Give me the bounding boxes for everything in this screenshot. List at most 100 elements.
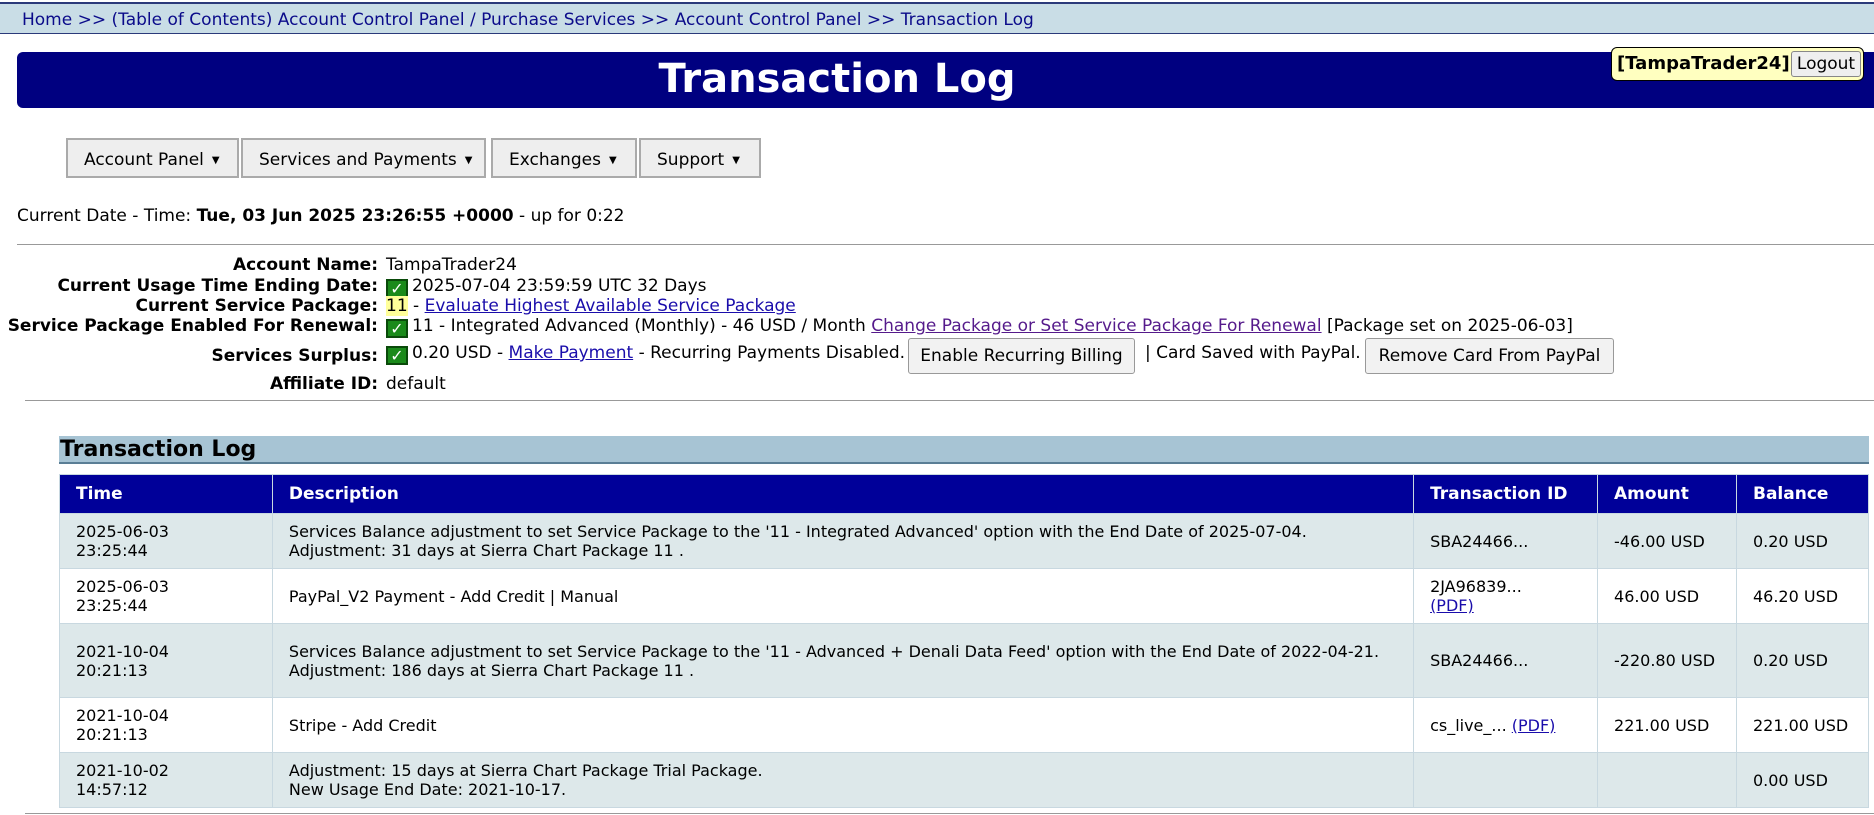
service-package-value: 11 - Evaluate Highest Available Service … <box>386 296 796 316</box>
time-text: 14:57:12 <box>76 780 148 799</box>
time-text: 23:25:44 <box>76 596 148 615</box>
check-icon: ✓ <box>386 319 408 338</box>
pdf-link[interactable]: (PDF) <box>1512 716 1556 735</box>
column-header-time: Time <box>59 474 273 514</box>
cell-time: 2021-10-04 20:21:13 <box>59 623 273 698</box>
menu-exchanges[interactable]: Exchanges ▼ <box>491 138 637 178</box>
pdf-link[interactable]: (PDF) <box>1430 596 1474 615</box>
usage-ending-text: 2025-07-04 23:59:59 UTC 32 Days <box>412 276 707 296</box>
cell-time: 2021-10-04 20:21:13 <box>59 697 273 753</box>
cell-description: Adjustment: 15 days at Sierra Chart Pack… <box>271 752 1415 808</box>
date-text: 2021-10-04 <box>76 706 169 725</box>
menu-label: Support <box>657 150 725 170</box>
breadcrumb-acp-link[interactable]: Account Control Panel <box>675 10 862 30</box>
section-title: Transaction Log <box>59 436 1869 464</box>
current-datetime: Current Date - Time: Tue, 03 Jun 2025 23… <box>17 206 625 226</box>
date-text: 2021-10-04 <box>76 641 169 661</box>
time-text: 20:21:13 <box>76 725 148 744</box>
date-text: 2025-06-03 <box>76 522 169 541</box>
menu-label: Exchanges <box>509 150 601 170</box>
renewal-label: Service Package Enabled For Renewal: <box>7 316 378 336</box>
usage-ending-value: ✓ 2025-07-04 23:59:59 UTC 32 Days <box>386 276 707 298</box>
cell-transaction-id: SBA24466... <box>1413 623 1599 698</box>
cell-transaction-id: cs_live_... (PDF) <box>1413 697 1599 753</box>
cell-balance: 46.20 USD <box>1735 568 1870 624</box>
cell-transaction-id: SBA24466... <box>1413 513 1599 569</box>
table-row: 2025-06-03 23:25:44 Services Balance adju… <box>59 513 1870 569</box>
cell-amount: 221.00 USD <box>1597 697 1737 753</box>
surplus-amount: 0.20 USD - <box>412 343 509 363</box>
menu-label: Services and Payments <box>259 150 457 170</box>
description-line: PayPal_V2 Payment - Add Credit | Manual <box>288 586 619 606</box>
cell-balance: 0.20 USD <box>1735 623 1870 698</box>
logout-button[interactable]: Logout <box>1791 51 1861 77</box>
cell-description: Services Balance adjustment to set Servi… <box>271 513 1415 569</box>
recurring-status: - Recurring Payments Disabled. <box>638 343 906 363</box>
uptime-text: - up for 0:22 <box>519 206 625 226</box>
breadcrumb: Home >> (Table of Contents) Account Cont… <box>0 2 1874 34</box>
cell-description: Stripe - Add Credit <box>271 697 1415 753</box>
card-saved-text: | Card Saved with PayPal. <box>1145 343 1361 363</box>
menu-support[interactable]: Support ▼ <box>639 138 761 178</box>
description-line: Services Balance adjustment to set Servi… <box>288 641 1380 661</box>
column-header-transaction-id: Transaction ID <box>1413 474 1599 514</box>
description-line: Stripe - Add Credit <box>288 715 437 735</box>
table-header-row: Time Description Transaction ID Amount B… <box>59 474 1870 514</box>
account-name-value: TampaTrader24 <box>386 255 517 275</box>
date-text: 2021-10-02 <box>76 761 169 780</box>
change-package-link[interactable]: Change Package or Set Service Package Fo… <box>871 316 1321 336</box>
evaluate-package-link[interactable]: Evaluate Highest Available Service Packa… <box>425 296 796 316</box>
enable-recurring-billing-button[interactable]: Enable Recurring Billing <box>908 338 1135 374</box>
renewal-text: 11 - Integrated Advanced (Monthly) - 46 … <box>412 316 866 336</box>
dropdown-caret-icon: ▼ <box>608 155 617 166</box>
dropdown-caret-icon: ▼ <box>732 155 740 166</box>
menu-services-and-payments[interactable]: Services and Payments ▼ <box>241 138 486 178</box>
cell-transaction-id <box>1413 752 1599 808</box>
affiliate-value: default <box>386 374 446 394</box>
datetime-label: Current Date - Time: <box>17 206 192 226</box>
column-header-amount: Amount <box>1597 474 1737 514</box>
cell-time: 2025-06-03 23:25:44 <box>59 513 273 569</box>
column-header-balance: Balance <box>1735 474 1870 514</box>
dropdown-caret-icon: ▼ <box>464 155 473 166</box>
description-line: New Usage End Date: 2021-10-17. <box>288 780 567 799</box>
check-icon: ✓ <box>386 346 408 365</box>
datetime-value: Tue, 03 Jun 2025 23:26:55 +0000 <box>196 206 514 226</box>
user-box: [TampaTrader24] Logout <box>1611 47 1864 81</box>
breadcrumb-home-link[interactable]: Home <box>22 10 72 30</box>
description-line: Adjustment: 31 days at Sierra Chart Pack… <box>288 541 684 560</box>
table-row: 2025-06-03 23:25:44 PayPal_V2 Payment - A… <box>59 568 1870 624</box>
package-number: 11 <box>386 296 408 316</box>
cell-transaction-id: 2JA96839... (PDF) <box>1413 568 1599 624</box>
divider <box>25 400 1874 401</box>
title-bar: Transaction Log <box>17 52 1874 108</box>
cell-amount: 46.00 USD <box>1597 568 1737 624</box>
usage-ending-label: Current Usage Time Ending Date: <box>57 276 378 296</box>
date-text: 2025-06-03 <box>76 577 169 596</box>
surplus-label: Services Surplus: <box>211 346 378 366</box>
remove-card-button[interactable]: Remove Card From PayPal <box>1365 338 1614 374</box>
account-name-label: Account Name: <box>233 255 378 275</box>
divider <box>25 813 1874 814</box>
page-title: Transaction Log <box>658 56 1016 102</box>
cell-balance: 0.00 USD <box>1735 752 1870 808</box>
cell-balance: 221.00 USD <box>1735 697 1870 753</box>
description-line: Adjustment: 186 days at Sierra Chart Pac… <box>288 660 695 680</box>
cell-time: 2025-06-03 23:25:44 <box>59 568 273 624</box>
column-header-description: Description <box>271 474 1415 514</box>
username-label: [TampaTrader24] <box>1617 53 1790 74</box>
cell-time: 2021-10-02 14:57:12 <box>59 752 273 808</box>
description-line: Adjustment: 15 days at Sierra Chart Pack… <box>288 761 763 780</box>
make-payment-link[interactable]: Make Payment <box>509 343 634 363</box>
cell-description: Services Balance adjustment to set Servi… <box>271 623 1415 698</box>
menu-account-panel[interactable]: Account Panel ▼ <box>66 138 239 178</box>
transaction-id-text: 2JA96839... <box>1430 577 1522 596</box>
breadcrumb-separator: >> <box>866 10 896 30</box>
divider <box>17 244 1874 245</box>
breadcrumb-toc-link[interactable]: (Table of Contents) Account Control Pane… <box>112 10 636 30</box>
breadcrumb-current-link[interactable]: Transaction Log <box>901 10 1034 30</box>
time-text: 23:25:44 <box>76 541 148 560</box>
table-row: 2021-10-04 20:21:13 Services Balance adju… <box>59 623 1870 698</box>
cell-balance: 0.20 USD <box>1735 513 1870 569</box>
surplus-value: ✓ 0.20 USD - Make Payment - Recurring Pay… <box>386 343 905 365</box>
